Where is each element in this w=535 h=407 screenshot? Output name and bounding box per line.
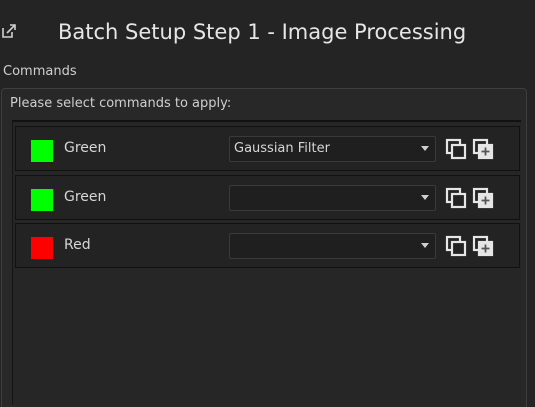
chevron-down-icon <box>421 146 429 151</box>
command-select[interactable] <box>229 233 436 259</box>
command-select[interactable] <box>229 185 436 211</box>
batch-setup-window: Batch Setup Step 1 - Image Processing Co… <box>0 0 535 407</box>
copy-icon[interactable] <box>445 187 467 209</box>
title-bar: Batch Setup Step 1 - Image Processing <box>0 0 535 56</box>
command-row: Green Gaussian Filter <box>15 126 520 171</box>
chevron-down-icon <box>421 195 429 200</box>
channel-label: Green <box>64 189 107 205</box>
copy-icon[interactable] <box>445 235 467 257</box>
channel-label: Green <box>64 140 107 156</box>
page-title: Batch Setup Step 1 - Image Processing <box>58 20 467 44</box>
command-select[interactable]: Gaussian Filter <box>229 136 436 162</box>
channel-color-swatch <box>31 189 53 211</box>
copy-icon[interactable] <box>445 138 467 160</box>
channel-color-swatch <box>31 237 53 259</box>
command-row: Green <box>15 175 520 220</box>
chevron-down-icon <box>421 243 429 248</box>
channel-color-swatch <box>31 140 53 162</box>
add-copy-icon[interactable] <box>472 187 494 209</box>
add-copy-icon[interactable] <box>472 138 494 160</box>
command-row: Red <box>15 223 520 268</box>
add-copy-icon[interactable] <box>472 235 494 257</box>
command-select-value: Gaussian Filter <box>234 141 330 156</box>
instruction-label: Please select commands to apply: <box>10 96 232 111</box>
commands-group-label: Commands <box>3 64 77 79</box>
external-link-icon[interactable] <box>2 24 16 38</box>
channel-label: Red <box>64 237 91 253</box>
